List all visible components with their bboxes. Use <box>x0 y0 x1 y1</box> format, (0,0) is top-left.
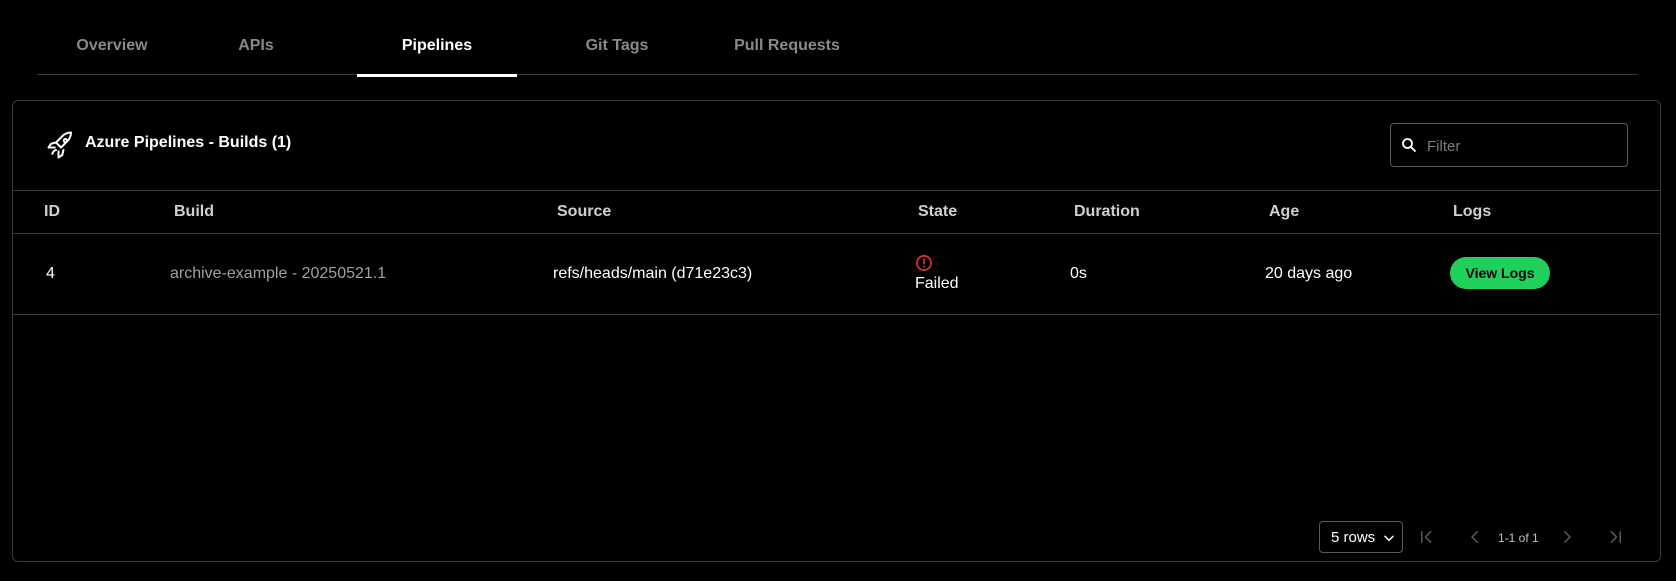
table-header: ID Build Source State Duration Age Logs <box>13 190 1660 234</box>
builds-card: Azure Pipelines - Builds (1) ID Build So… <box>12 100 1661 562</box>
column-header-state[interactable]: State <box>918 203 957 221</box>
column-header-id[interactable]: ID <box>44 203 60 221</box>
rocket-icon <box>47 131 72 159</box>
column-header-logs[interactable]: Logs <box>1453 203 1491 221</box>
tab-pull-requests[interactable]: Pull Requests <box>697 0 877 75</box>
previous-page-icon[interactable] <box>1466 528 1484 546</box>
tab-bar: Overview APIs Pipelines Git Tags Pull Re… <box>37 0 1637 77</box>
first-page-icon[interactable] <box>1418 528 1436 546</box>
tab-apis[interactable]: APIs <box>197 0 315 75</box>
table-row: 4 archive-example - 20250521.1 refs/head… <box>13 234 1660 315</box>
tab-git-tags[interactable]: Git Tags <box>557 0 677 75</box>
cell-id: 4 <box>46 265 55 282</box>
error-icon <box>916 255 932 271</box>
cell-state: Failed <box>915 275 959 292</box>
card-header: Azure Pipelines - Builds (1) <box>13 101 1660 191</box>
filter-input[interactable] <box>1425 124 1619 168</box>
column-header-source[interactable]: Source <box>557 203 611 221</box>
filter-field[interactable] <box>1390 123 1628 168</box>
next-page-icon[interactable] <box>1558 528 1576 546</box>
column-header-build[interactable]: Build <box>174 203 214 221</box>
cell-age: 20 days ago <box>1265 265 1353 282</box>
last-page-icon[interactable] <box>1606 528 1624 546</box>
column-header-age[interactable]: Age <box>1269 203 1299 221</box>
view-logs-button[interactable]: View Logs <box>1450 257 1550 289</box>
cell-source: refs/heads/main (d71e23c3) <box>553 265 753 282</box>
tab-pipelines[interactable]: Pipelines <box>357 0 517 77</box>
column-header-duration[interactable]: Duration <box>1074 203 1140 221</box>
cell-build: archive-example - 20250521.1 <box>170 265 387 282</box>
chevron-down-icon <box>1384 535 1394 542</box>
tab-overview[interactable]: Overview <box>37 0 187 75</box>
rows-per-page-select[interactable]: 5 rows <box>1319 521 1403 553</box>
card-title: Azure Pipelines - Builds (1) <box>85 134 292 151</box>
cell-duration: 0s <box>1070 265 1087 282</box>
search-icon <box>1402 138 1416 152</box>
pagination-range: 1-1 of 1 <box>1498 531 1539 545</box>
rows-per-page-label: 5 rows <box>1331 529 1376 546</box>
